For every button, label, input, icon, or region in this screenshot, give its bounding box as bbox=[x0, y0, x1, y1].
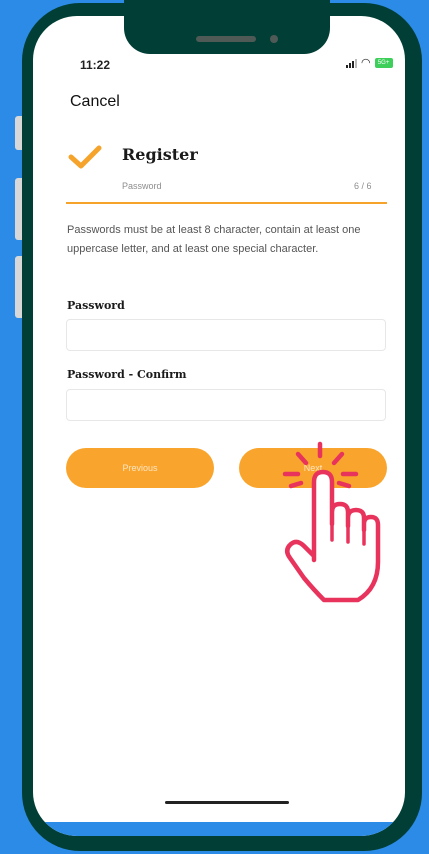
volume-up-button bbox=[15, 178, 22, 240]
speaker bbox=[196, 36, 256, 42]
status-time: 11:22 bbox=[80, 58, 111, 72]
progress-bar bbox=[66, 202, 387, 204]
wifi-icon: ◠ bbox=[361, 57, 371, 69]
password-confirm-input[interactable] bbox=[66, 389, 386, 421]
phone-screen bbox=[33, 16, 405, 836]
step-label: Password bbox=[122, 181, 162, 191]
battery-icon: 5G+ bbox=[374, 58, 393, 68]
notch bbox=[124, 0, 330, 54]
password-instructions: Passwords must be at least 8 character, … bbox=[67, 224, 361, 255]
previous-button[interactable]: Previous bbox=[66, 448, 214, 488]
signal-icon bbox=[346, 58, 357, 68]
password-input[interactable] bbox=[66, 319, 386, 351]
page-title: Register bbox=[122, 145, 198, 164]
volume-down-button bbox=[15, 256, 22, 318]
password-label: Password bbox=[67, 299, 125, 312]
mute-switch bbox=[15, 116, 22, 150]
front-camera bbox=[270, 35, 278, 43]
step-count: 6 / 6 bbox=[354, 181, 372, 191]
screen-bottom-strip bbox=[33, 822, 405, 836]
status-icons: ◠ 5G+ bbox=[346, 57, 393, 69]
home-indicator bbox=[165, 801, 289, 804]
password-confirm-label: Password - Confirm bbox=[67, 368, 187, 381]
cancel-button[interactable]: Cancel bbox=[70, 93, 120, 111]
tap-hand-icon bbox=[282, 441, 381, 603]
check-icon bbox=[68, 145, 102, 169]
